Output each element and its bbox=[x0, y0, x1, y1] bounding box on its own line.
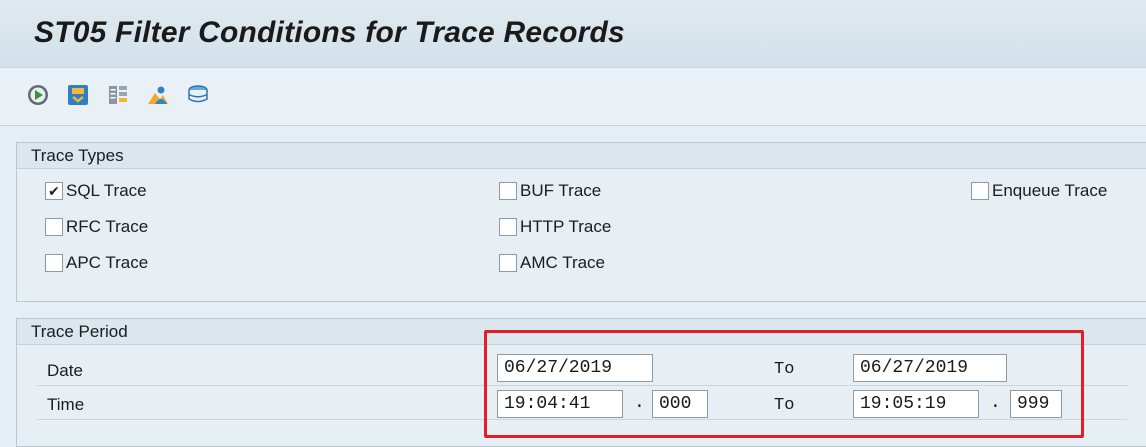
execute-button[interactable] bbox=[24, 81, 52, 109]
checkbox-label: BUF Trace bbox=[520, 181, 602, 200]
time-from-ms-input[interactable]: 000 bbox=[652, 390, 708, 418]
user-filter-button[interactable] bbox=[144, 81, 172, 109]
toolbar bbox=[0, 68, 1146, 126]
date-to-input[interactable]: 06/27/2019 bbox=[853, 354, 1007, 382]
page-title: ST05 Filter Conditions for Trace Records bbox=[34, 16, 625, 49]
checkbox-label: AMC Trace bbox=[520, 253, 606, 272]
time-to-label: To bbox=[774, 396, 795, 415]
time-to-input[interactable]: 19:05:19 bbox=[853, 390, 979, 418]
time-label: Time bbox=[47, 395, 85, 414]
database-button[interactable] bbox=[184, 81, 212, 109]
date-from-input[interactable]: 06/27/2019 bbox=[497, 354, 653, 382]
checkbox-checked[interactable]: ✔ bbox=[45, 182, 63, 200]
save-variant-icon bbox=[68, 85, 88, 105]
time-to-ms-input[interactable]: 999 bbox=[1010, 390, 1062, 418]
checkbox-buf-trace[interactable]: BUF Trace bbox=[499, 181, 601, 201]
checkbox-label: SQL Trace bbox=[66, 181, 147, 200]
time-separator: . bbox=[990, 393, 1001, 413]
checkbox-amc-trace[interactable]: AMC Trace bbox=[499, 253, 605, 273]
checkbox-sql-trace[interactable]: ✔ SQL Trace bbox=[45, 181, 147, 201]
trace-period-heading: Trace Period bbox=[17, 319, 1146, 345]
user-filter-icon bbox=[148, 86, 168, 104]
checkbox-http-trace[interactable]: HTTP Trace bbox=[499, 217, 611, 237]
row-divider bbox=[37, 419, 1127, 420]
date-label: Date bbox=[47, 361, 83, 380]
date-to-label: To bbox=[774, 360, 795, 379]
trace-period-group: Trace Period Date Time bbox=[16, 318, 1146, 447]
title-bar: ST05 Filter Conditions for Trace Records bbox=[0, 0, 1146, 68]
trace-types-group: Trace Types ✔ SQL Trace RFC Trace APC Tr… bbox=[16, 142, 1146, 302]
checkbox-unchecked[interactable] bbox=[971, 182, 989, 200]
checkbox-rfc-trace[interactable]: RFC Trace bbox=[45, 217, 148, 237]
checkbox-unchecked[interactable] bbox=[45, 254, 63, 272]
display-list-button[interactable] bbox=[104, 81, 132, 109]
execute-icon bbox=[28, 85, 48, 105]
checkbox-label: APC Trace bbox=[66, 253, 149, 272]
checkbox-unchecked[interactable] bbox=[499, 182, 517, 200]
checkbox-unchecked[interactable] bbox=[499, 218, 517, 236]
checkbox-label: HTTP Trace bbox=[520, 217, 612, 236]
checkbox-label: Enqueue Trace bbox=[992, 181, 1108, 200]
save-variant-button[interactable] bbox=[64, 81, 92, 109]
trace-types-heading: Trace Types bbox=[17, 143, 1146, 169]
row-divider bbox=[37, 385, 1127, 386]
display-list-icon bbox=[109, 86, 127, 104]
checkbox-unchecked[interactable] bbox=[45, 218, 63, 236]
time-separator: . bbox=[634, 393, 645, 413]
checkbox-unchecked[interactable] bbox=[499, 254, 517, 272]
checkbox-apc-trace[interactable]: APC Trace bbox=[45, 253, 148, 273]
time-from-input[interactable]: 19:04:41 bbox=[497, 390, 623, 418]
checkbox-label: RFC Trace bbox=[66, 217, 149, 236]
database-icon bbox=[188, 85, 208, 103]
checkbox-enqueue-trace[interactable]: Enqueue Trace bbox=[971, 181, 1107, 201]
